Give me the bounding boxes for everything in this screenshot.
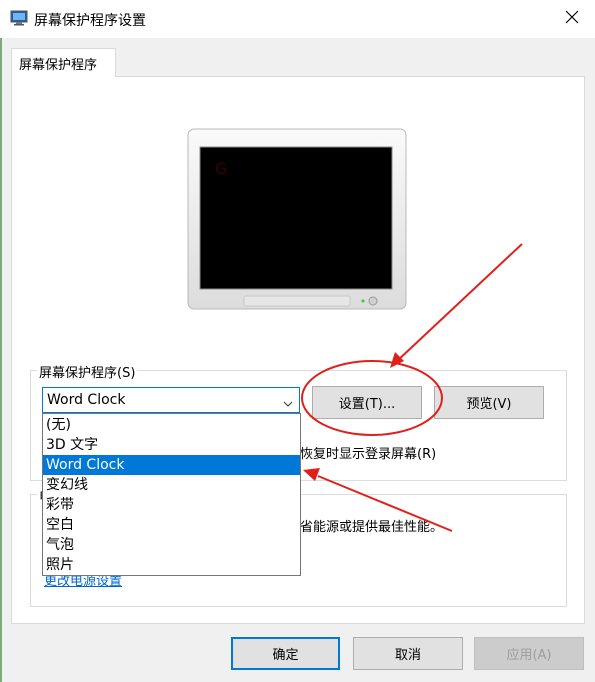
screensaver-group-label: 屏幕保护程序(S) bbox=[37, 362, 138, 381]
tab-screensaver[interactable]: 屏幕保护程序 bbox=[11, 48, 116, 77]
dropdown-option[interactable]: 彩带 bbox=[43, 495, 300, 515]
background-window-edge bbox=[0, 0, 2, 682]
ok-button[interactable]: 确定 bbox=[231, 637, 340, 670]
preview-button[interactable]: 预览(V) bbox=[434, 386, 544, 419]
monitor-preview: G bbox=[187, 128, 407, 310]
dropdown-option[interactable]: (无) bbox=[43, 415, 300, 435]
close-icon bbox=[565, 10, 579, 28]
power-description: 省能源或提供最佳性能。 bbox=[300, 520, 444, 535]
apply-button[interactable]: 应用(A) bbox=[474, 637, 584, 670]
resume-login-checkbox-label[interactable]: 恢复时显示登录屏幕(R) bbox=[300, 443, 436, 462]
close-button[interactable] bbox=[548, 0, 595, 38]
dropdown-option[interactable]: 变幻线 bbox=[43, 475, 300, 495]
screensaver-app-icon bbox=[10, 10, 28, 26]
dropdown-option[interactable]: 3D 文字 bbox=[43, 435, 300, 455]
window-title: 屏幕保护程序设置 bbox=[34, 13, 146, 29]
chevron-down-icon bbox=[283, 396, 293, 411]
screensaver-select[interactable]: Word Clock bbox=[42, 387, 300, 413]
cancel-button[interactable]: 取消 bbox=[353, 637, 463, 670]
dropdown-option[interactable]: 照片 bbox=[43, 555, 300, 575]
svg-text:G: G bbox=[215, 159, 227, 178]
tab-label: 屏幕保护程序 bbox=[19, 58, 98, 73]
dropdown-option[interactable]: 空白 bbox=[43, 515, 300, 535]
screensaver-select-value: Word Clock bbox=[47, 392, 126, 408]
dropdown-option-selected[interactable]: Word Clock bbox=[43, 455, 300, 475]
screensaver-dropdown-list: (无) 3D 文字 Word Clock 变幻线 彩带 空白 气泡 照片 bbox=[42, 413, 301, 576]
dropdown-option[interactable]: 气泡 bbox=[43, 535, 300, 555]
title-bar: 屏幕保护程序设置 bbox=[0, 0, 595, 38]
settings-button[interactable]: 设置(T)... bbox=[312, 386, 422, 419]
